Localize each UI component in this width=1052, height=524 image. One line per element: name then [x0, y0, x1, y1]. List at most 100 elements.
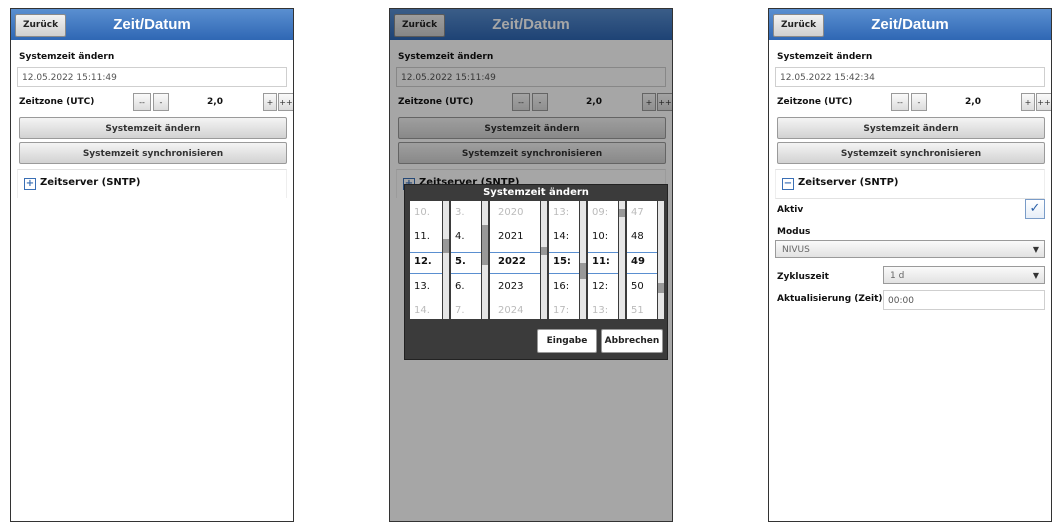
- wheel-item[interactable]: 4.: [455, 231, 465, 242]
- wheel-item: 13:: [592, 305, 609, 316]
- confirm-button[interactable]: Eingabe: [537, 329, 597, 353]
- dropdown-arrow-icon: ▼: [1032, 271, 1039, 280]
- year-wheel[interactable]: 2020 2021 2022 2023 2024: [490, 201, 540, 319]
- day-wheel[interactable]: 10. 11. 12. 13. 14.: [410, 201, 442, 319]
- timezone-value: 2,0: [207, 97, 223, 107]
- screen-initial: Zurück Zeit/Datum Systemzeit ändern 12.0…: [10, 8, 294, 522]
- cycle-time-value: 1 d: [890, 271, 905, 281]
- timezone-row: Zeitzone (UTC) -- - 2,0 + ++: [777, 93, 1051, 113]
- screen-dialog: Zurück Zeit/Datum Systemzeit ändern 12.0…: [389, 8, 673, 522]
- header-bar: Zurück Zeit/Datum: [769, 9, 1051, 40]
- selection-line: [588, 273, 618, 274]
- change-system-time-button[interactable]: Systemzeit ändern: [19, 117, 287, 139]
- selection-line: [549, 273, 579, 274]
- date-time-picker-dialog: Systemzeit ändern 10. 11. 12. 13. 14. 3.…: [404, 184, 668, 360]
- timezone-increase-button[interactable]: +: [1021, 93, 1035, 111]
- active-label: Aktiv: [777, 205, 804, 215]
- sntp-section-label: Zeitserver (SNTP): [40, 177, 141, 188]
- screen-sntp-expanded: Zurück Zeit/Datum Systemzeit ändern 12.0…: [768, 8, 1052, 522]
- dialog-title: Systemzeit ändern: [483, 187, 589, 198]
- selection-line: [627, 252, 657, 253]
- sync-system-time-button[interactable]: Systemzeit synchronisieren: [777, 142, 1045, 164]
- wheel-item[interactable]: 12:: [592, 281, 608, 292]
- wheel-item-selected[interactable]: 49: [631, 256, 645, 267]
- cancel-button[interactable]: Abbrechen: [601, 329, 663, 353]
- wheel-item[interactable]: 3.: [455, 207, 465, 218]
- timezone-decrease-large-button[interactable]: --: [133, 93, 151, 111]
- minute-scrollbar[interactable]: [619, 201, 625, 319]
- wheel-item-selected[interactable]: 15:: [553, 256, 571, 267]
- system-time-label: Systemzeit ändern: [777, 52, 873, 62]
- sntp-section-label: Zeitserver (SNTP): [798, 177, 899, 188]
- wheel-item[interactable]: 50: [631, 281, 644, 292]
- selection-line: [410, 252, 442, 253]
- wheel-item: 51: [631, 305, 644, 316]
- timezone-decrease-large-button[interactable]: --: [891, 93, 909, 111]
- mode-select[interactable]: NIVUS ▼: [775, 240, 1045, 258]
- wheel-item: 14.: [414, 305, 430, 316]
- update-time-label: Aktualisierung (Zeit): [777, 294, 883, 304]
- update-time-field[interactable]: 00:00: [883, 290, 1045, 310]
- minute-wheel[interactable]: 09: 10: 11: 12: 13:: [588, 201, 618, 319]
- timezone-row: Zeitzone (UTC) -- - 2,0 + ++: [19, 93, 293, 113]
- wheel-item[interactable]: 2020: [498, 207, 523, 218]
- wheel-item[interactable]: 47: [631, 207, 644, 218]
- system-time-field[interactable]: 12.05.2022 15:11:49: [17, 67, 287, 87]
- sntp-section[interactable]: + Zeitserver (SNTP): [17, 169, 287, 198]
- wheel-item: 2024: [498, 305, 524, 316]
- wheel-item: 17:: [553, 305, 570, 316]
- month-wheel[interactable]: 3. 4. 5. 6. 7.: [451, 201, 481, 319]
- month-scrollbar[interactable]: [482, 201, 488, 319]
- wheel-item: 7.: [455, 305, 465, 316]
- timezone-increase-large-button[interactable]: ++: [1036, 93, 1051, 111]
- selection-line: [490, 273, 540, 274]
- selection-line: [627, 273, 657, 274]
- header-bar: Zurück Zeit/Datum: [11, 9, 293, 40]
- wheel-item[interactable]: 13:: [553, 207, 569, 218]
- hour-scrollbar[interactable]: [580, 201, 586, 319]
- checkmark-icon: ✓: [1029, 201, 1041, 216]
- wheel-item[interactable]: 09:: [592, 207, 608, 218]
- mode-value: NIVUS: [782, 245, 810, 255]
- hour-wheel[interactable]: 13: 14: 15: 16: 17:: [549, 201, 579, 319]
- expand-icon[interactable]: +: [24, 178, 36, 190]
- wheel-item[interactable]: 13.: [414, 281, 430, 292]
- timezone-label: Zeitzone (UTC): [777, 97, 853, 107]
- wheel-item-selected[interactable]: 11:: [592, 256, 610, 267]
- collapse-icon[interactable]: −: [782, 178, 794, 190]
- selection-line: [451, 252, 481, 253]
- second-wheel[interactable]: 47 48 49 50 51: [627, 201, 657, 319]
- wheel-item-selected[interactable]: 12.: [414, 256, 432, 267]
- wheel-item[interactable]: 14:: [553, 231, 569, 242]
- mode-label: Modus: [777, 227, 811, 237]
- year-scrollbar[interactable]: [541, 201, 547, 319]
- timezone-increase-large-button[interactable]: ++: [278, 93, 293, 111]
- timezone-decrease-button[interactable]: -: [911, 93, 927, 111]
- day-scrollbar[interactable]: [443, 201, 449, 319]
- sntp-section[interactable]: − Zeitserver (SNTP): [775, 169, 1045, 199]
- wheel-item[interactable]: 10.: [414, 207, 430, 218]
- wheel-item[interactable]: 2021: [498, 231, 523, 242]
- selection-line: [451, 273, 481, 274]
- timezone-decrease-button[interactable]: -: [153, 93, 169, 111]
- wheel-item[interactable]: 48: [631, 231, 644, 242]
- wheel-item[interactable]: 11.: [414, 231, 430, 242]
- wheel-item[interactable]: 2023: [498, 281, 523, 292]
- timezone-value: 2,0: [965, 97, 981, 107]
- timezone-increase-button[interactable]: +: [263, 93, 277, 111]
- second-scrollbar[interactable]: [658, 201, 664, 319]
- wheel-item-selected[interactable]: 2022: [498, 256, 526, 267]
- wheel-item-selected[interactable]: 5.: [455, 256, 466, 267]
- dropdown-arrow-icon: ▼: [1032, 245, 1039, 254]
- system-time-label: Systemzeit ändern: [19, 52, 115, 62]
- wheel-item[interactable]: 16:: [553, 281, 569, 292]
- cycle-time-label: Zykluszeit: [777, 272, 829, 282]
- active-checkbox[interactable]: ✓: [1025, 199, 1045, 219]
- wheel-item[interactable]: 10:: [592, 231, 608, 242]
- selection-line: [410, 273, 442, 274]
- sync-system-time-button[interactable]: Systemzeit synchronisieren: [19, 142, 287, 164]
- change-system-time-button[interactable]: Systemzeit ändern: [777, 117, 1045, 139]
- system-time-field[interactable]: 12.05.2022 15:42:34: [775, 67, 1045, 87]
- cycle-time-select[interactable]: 1 d ▼: [883, 266, 1045, 284]
- wheel-item[interactable]: 6.: [455, 281, 465, 292]
